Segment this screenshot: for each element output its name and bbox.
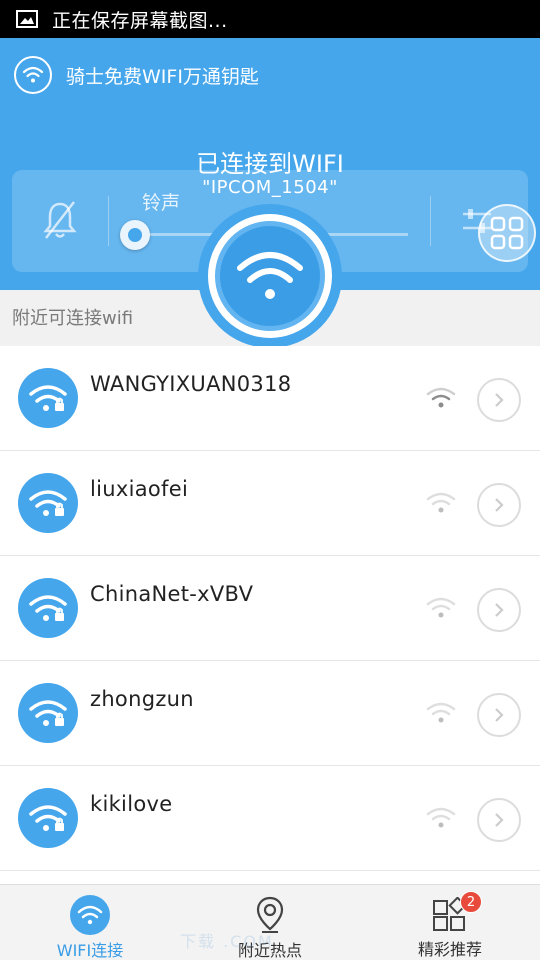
connected-ssid: "IPCOM_1504" <box>202 177 338 198</box>
nav-label: WIFI连接 <box>56 941 124 960</box>
wifi-button-ring <box>208 214 332 338</box>
bottom-navigation: WIFI连接 附近热点 2 精彩推荐 <box>0 884 540 960</box>
network-name: kikilove <box>90 792 173 816</box>
app-title: 骑士免费WIFI万通钥匙 <box>66 65 259 88</box>
list-item[interactable]: kikilove <box>0 766 540 871</box>
locked-wifi-icon <box>18 578 78 638</box>
nav-tab-wifi-connect[interactable]: WIFI连接 <box>0 885 180 960</box>
chevron-right-icon <box>495 393 504 407</box>
chevron-right-icon <box>495 813 504 827</box>
nav-tab-recommended[interactable]: 2 精彩推荐 <box>360 885 540 960</box>
network-detail-button[interactable] <box>477 588 521 632</box>
network-name: WANGYIXUAN0318 <box>90 372 292 396</box>
panel-divider <box>430 196 431 246</box>
wifi-connect-button[interactable] <box>198 204 342 348</box>
network-name: liuxiaofei <box>90 477 189 501</box>
notification-badge: 2 <box>460 891 482 913</box>
chevron-right-icon <box>495 708 504 722</box>
wifi-button-core <box>215 221 325 331</box>
signal-weak-icon <box>426 597 456 618</box>
signal-weak-icon <box>426 807 456 828</box>
wifi-icon <box>70 895 110 935</box>
bell-muted-icon[interactable] <box>40 198 80 242</box>
signal-weak-icon <box>426 702 456 723</box>
nav-label: 精彩推荐 <box>417 940 482 959</box>
connection-status-title: 已连接到WIFI <box>196 150 344 178</box>
grid-icon <box>490 216 524 250</box>
status-notification-text: 正在保存屏幕截图... <box>52 9 228 32</box>
network-name: ChinaNet-xVBV <box>90 582 254 606</box>
wifi-network-list: WANGYIXUAN0318 liuxiaofei ChinaNet-xVBV … <box>0 346 540 871</box>
locked-wifi-icon <box>18 788 78 848</box>
network-detail-button[interactable] <box>477 483 521 527</box>
locked-wifi-icon <box>18 368 78 428</box>
ringtone-slider-thumb[interactable] <box>120 220 150 250</box>
network-detail-button[interactable] <box>477 693 521 737</box>
list-item[interactable]: ChinaNet-xVBV <box>0 556 540 661</box>
nav-tab-nearby-hotspots[interactable]: 附近热点 <box>180 885 360 960</box>
wifi-icon <box>237 252 303 299</box>
list-item[interactable]: zhongzun <box>0 661 540 766</box>
network-detail-button[interactable] <box>477 378 521 422</box>
locked-wifi-icon <box>18 683 78 743</box>
app-title-row: 骑士免费WIFI万通钥匙 <box>14 56 259 94</box>
app-logo-icon <box>14 56 52 94</box>
list-item[interactable]: WANGYIXUAN0318 <box>0 346 540 451</box>
status-bar: 正在保存屏幕截图... <box>0 0 540 38</box>
signal-medium-icon <box>426 387 456 408</box>
network-name: zhongzun <box>90 687 194 711</box>
nav-icon-wrap <box>70 895 110 935</box>
chevron-right-icon <box>495 498 504 512</box>
network-detail-button[interactable] <box>477 798 521 842</box>
locked-wifi-icon <box>18 473 78 533</box>
nav-icon-wrap <box>254 895 286 935</box>
chevron-right-icon <box>495 603 504 617</box>
floating-grid-button[interactable] <box>478 204 536 262</box>
signal-weak-icon <box>426 492 456 513</box>
list-item[interactable]: liuxiaofei <box>0 451 540 556</box>
location-pin-icon <box>256 896 284 933</box>
nav-icon-wrap: 2 <box>432 891 482 934</box>
picture-icon <box>16 10 38 28</box>
panel-divider <box>108 196 109 246</box>
nearby-wifi-label: 附近可连接wifi <box>12 308 134 329</box>
nav-label: 附近热点 <box>237 941 302 960</box>
